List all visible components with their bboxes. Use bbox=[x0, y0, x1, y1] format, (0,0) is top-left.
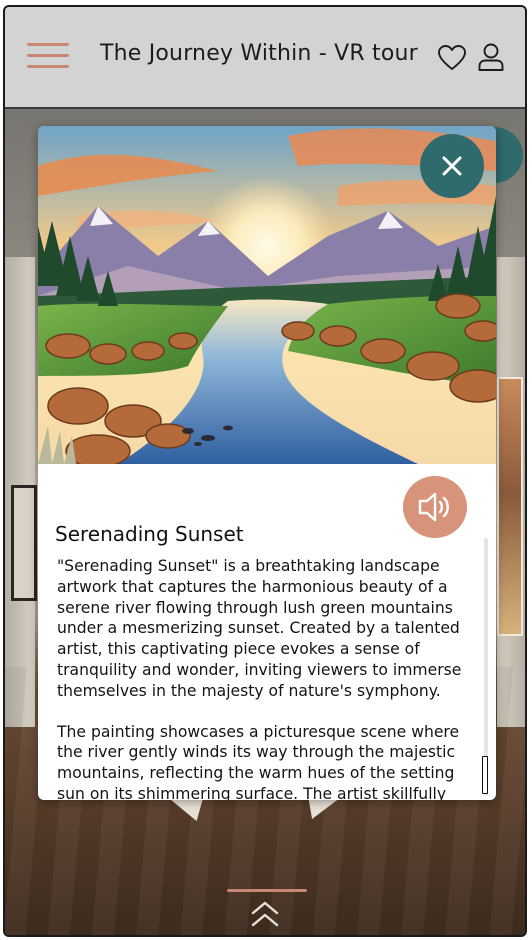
app-title: The Journey Within - VR tour bbox=[100, 41, 418, 66]
speaker-icon bbox=[418, 492, 449, 522]
gallery-frame-right bbox=[497, 377, 523, 636]
artwork-info-card: Serenading Sunset "Serenading Sunset" is… bbox=[38, 126, 496, 800]
description-scroll-area[interactable]: "Serenading Sunset" is a breathtaking la… bbox=[57, 556, 473, 800]
swipe-handle[interactable] bbox=[227, 889, 307, 892]
app-header: The Journey Within - VR tour bbox=[5, 7, 525, 109]
audio-play-button[interactable] bbox=[403, 476, 467, 538]
phone-frame: The Journey Within - VR tour Serenading … bbox=[3, 5, 527, 937]
hamburger-menu-icon[interactable] bbox=[27, 43, 69, 69]
close-icon bbox=[442, 156, 462, 176]
close-button[interactable] bbox=[420, 134, 484, 198]
scrollbar-thumb[interactable] bbox=[482, 756, 488, 794]
description-paragraph: The painting showcases a picturesque sce… bbox=[57, 722, 460, 800]
gallery-frame-left bbox=[11, 485, 37, 601]
description-paragraph: "Serenading Sunset" is a breathtaking la… bbox=[57, 557, 462, 700]
heart-icon[interactable] bbox=[437, 44, 467, 72]
double-chevron-up-icon[interactable] bbox=[249, 899, 281, 929]
artwork-title: Serenading Sunset bbox=[55, 522, 244, 546]
user-icon[interactable] bbox=[477, 42, 505, 72]
